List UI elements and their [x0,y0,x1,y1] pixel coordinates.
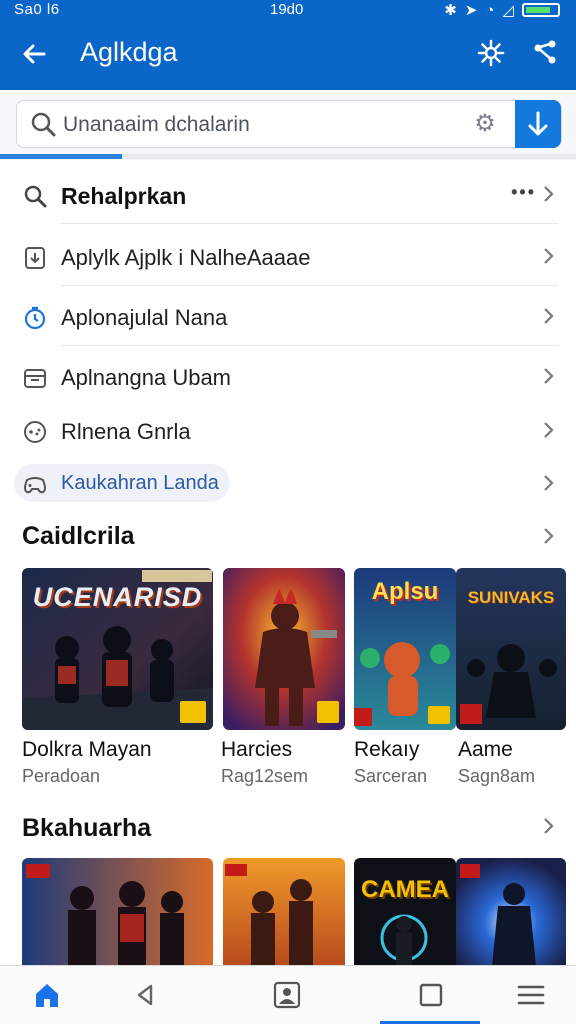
chevron-right-icon [540,471,558,495]
search-icon [22,183,48,209]
gamepad-icon [22,419,48,445]
game-card-art[interactable]: CAMEA [354,858,456,966]
menu-item-label: Aplonajulal Nana [61,305,228,330]
game-card-art[interactable]: Aplsu [354,568,456,730]
search-input[interactable]: Unanaaim dchalarin ⚙ [16,100,562,148]
app-bar: Aglkdga [0,20,576,90]
game-name[interactable]: Rekaıy [354,738,419,762]
game-name[interactable]: Aame [458,738,513,762]
back-triangle-icon[interactable] [130,980,160,1010]
menu-item-2[interactable]: Aplonajulal Nana [0,290,576,346]
clock-icon [22,305,48,331]
chevron-right-icon [540,418,558,442]
recents-square-icon[interactable] [416,980,446,1010]
menu-item-3[interactable]: Aplnangna Ubam [0,350,576,406]
game-card-art[interactable]: SUNIVAKS [456,568,566,730]
loading-progress-bar [0,154,576,159]
app-download-icon [22,245,48,271]
location-icon: ➤ [464,2,478,19]
section-title: Bkahuarha [22,814,152,842]
menu-item-5[interactable]: Kaukahran Landa [0,456,576,512]
game-subtitle: Peradoan [22,766,101,786]
chevron-right-icon [540,182,558,206]
section-chevron-right-icon[interactable] [540,814,558,838]
menu-item-label: Rehalprkan [61,183,187,209]
library-icon[interactable] [272,980,302,1010]
game-card-art[interactable] [456,858,566,966]
chevron-right-icon [540,364,558,388]
home-icon[interactable] [32,980,62,1010]
game-card-art[interactable] [22,858,213,966]
game-art-title: UCENARISD [32,582,203,612]
game-subtitle: Sarceran [354,766,428,786]
game-card-art[interactable] [223,858,345,966]
battery-icon [522,3,560,17]
game-card-art[interactable] [223,568,345,730]
game-name[interactable]: Harcies [221,738,292,762]
share-icon[interactable] [530,38,560,68]
status-bar: Sa0 l6 19d0 ✱ ➤ ◔ ◿ [0,0,576,20]
back-arrow-icon[interactable] [18,38,50,70]
game-art-title: Aplsu [371,578,439,605]
search-area: Unanaaim dchalarin ⚙ [0,90,576,160]
game-art-title: CAMEA [361,876,449,903]
bluetooth-icon: ✱ [444,2,457,19]
menu-item-1[interactable]: Aplylk Ajplk i NalheAaaae [0,230,576,286]
menu-item-4[interactable]: Rlnena Gnrla [0,404,576,460]
status-time: Sa0 l6 [14,1,60,18]
settings-gear-icon[interactable] [476,38,506,68]
game-subtitle: Rag12sem [221,766,309,786]
menu-item-label: Aplylk Ajplk i NalheAaaae [61,245,311,270]
game-card-art[interactable]: UCENARISD [22,568,213,730]
menu-hamburger-icon[interactable] [516,980,546,1010]
search-icon [29,110,57,138]
controller-icon [22,472,48,498]
signal-icon: ◿ [502,2,514,19]
bottom-navigation [0,965,576,1024]
section-title: Caidlcrila [22,522,135,550]
menu-item-label: Aplnangna Ubam [61,365,232,390]
menu-item-0[interactable]: Rehalprkan ••• [0,168,576,224]
search-settings-gear-icon[interactable]: ⚙ [471,110,499,138]
app-title: Aglkdga [80,37,178,67]
section-chevron-right-icon[interactable] [540,524,558,548]
folder-icon [22,365,48,391]
download-button[interactable] [515,100,561,148]
game-name[interactable]: Dolkra Mayan [22,738,152,762]
menu-item-label: Rlnena Gnrla [61,419,191,444]
search-placeholder: Unanaaim dchalarin [63,113,250,136]
game-art-title: SUNIVAKS [467,588,555,607]
chevron-right-icon [540,244,558,268]
menu-item-label: Kaukahran Landa [61,472,219,494]
more-options-icon[interactable]: ••• [511,182,536,203]
game-subtitle: Sagn8am [458,766,536,786]
wifi-icon: ◔ [485,1,495,19]
status-center-text: 19d0 [270,1,304,18]
chevron-right-icon [540,304,558,328]
